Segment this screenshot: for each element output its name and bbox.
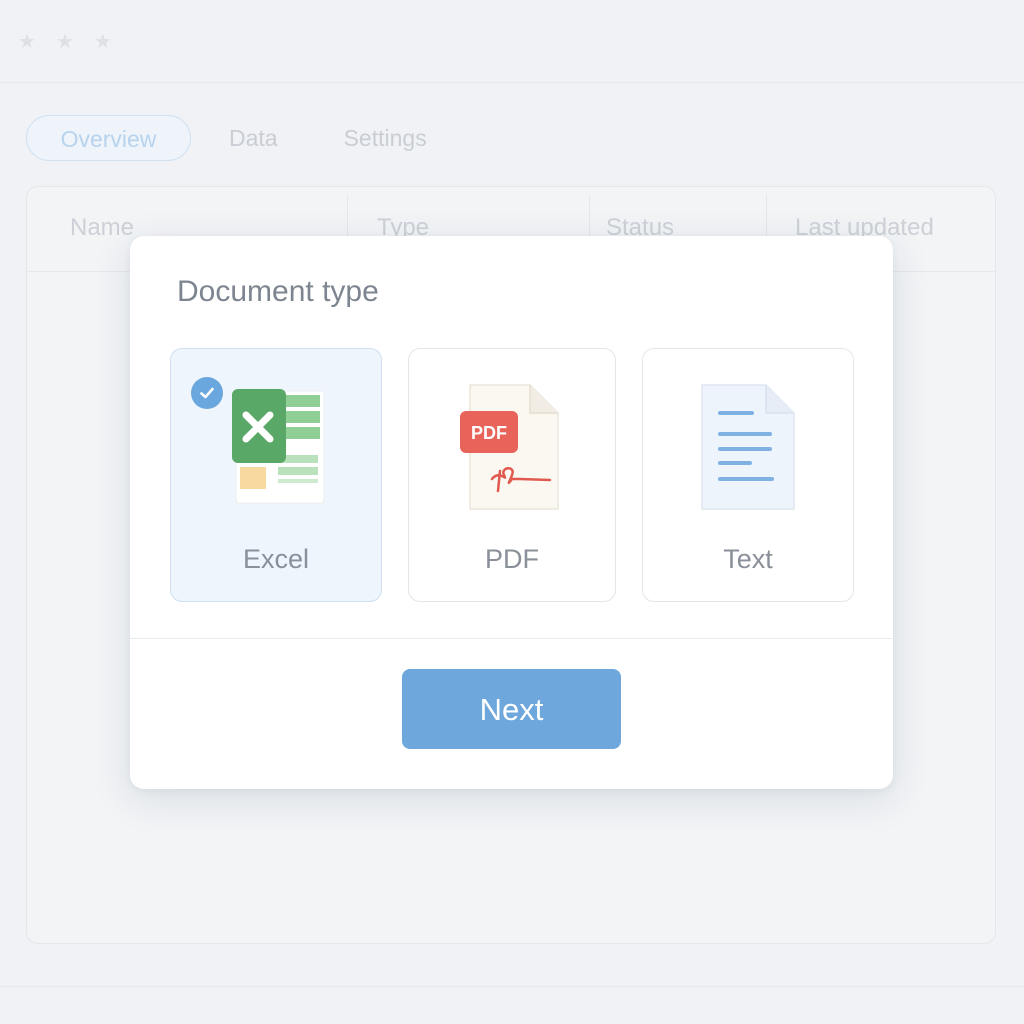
title-bar: ★ ★ ★ <box>0 0 1024 83</box>
check-icon <box>191 377 223 409</box>
dialog-title: Document type <box>177 275 379 308</box>
excel-file-icon <box>226 383 326 512</box>
next-button[interactable]: Next <box>402 669 621 749</box>
star-icon[interactable]: ★ <box>18 32 36 52</box>
document-type-dialog: Document type Excel PDF PDF Text Next <box>130 236 893 789</box>
dialog-divider <box>130 638 893 639</box>
pdf-file-icon: PDF <box>460 383 564 518</box>
pdf-badge-text: PDF <box>471 423 507 443</box>
window-controls: ★ ★ ★ <box>18 32 112 52</box>
footer-divider <box>0 986 1024 987</box>
tab-data[interactable]: Data <box>201 115 306 161</box>
tab-overview[interactable]: Overview <box>26 115 191 161</box>
star-icon[interactable]: ★ <box>56 32 74 52</box>
option-label: Text <box>723 544 773 574</box>
option-pdf[interactable]: PDF PDF <box>408 348 616 602</box>
option-label: Excel <box>242 544 310 574</box>
star-icon[interactable]: ★ <box>94 32 112 52</box>
option-excel[interactable]: Excel <box>170 348 382 602</box>
option-label: PDF <box>485 544 539 574</box>
tab-bar: Overview Data Settings <box>26 115 465 161</box>
column-header-name[interactable]: Name <box>70 213 134 243</box>
option-text[interactable]: Text <box>642 348 854 602</box>
text-file-icon <box>700 383 796 518</box>
tab-settings[interactable]: Settings <box>316 115 455 161</box>
